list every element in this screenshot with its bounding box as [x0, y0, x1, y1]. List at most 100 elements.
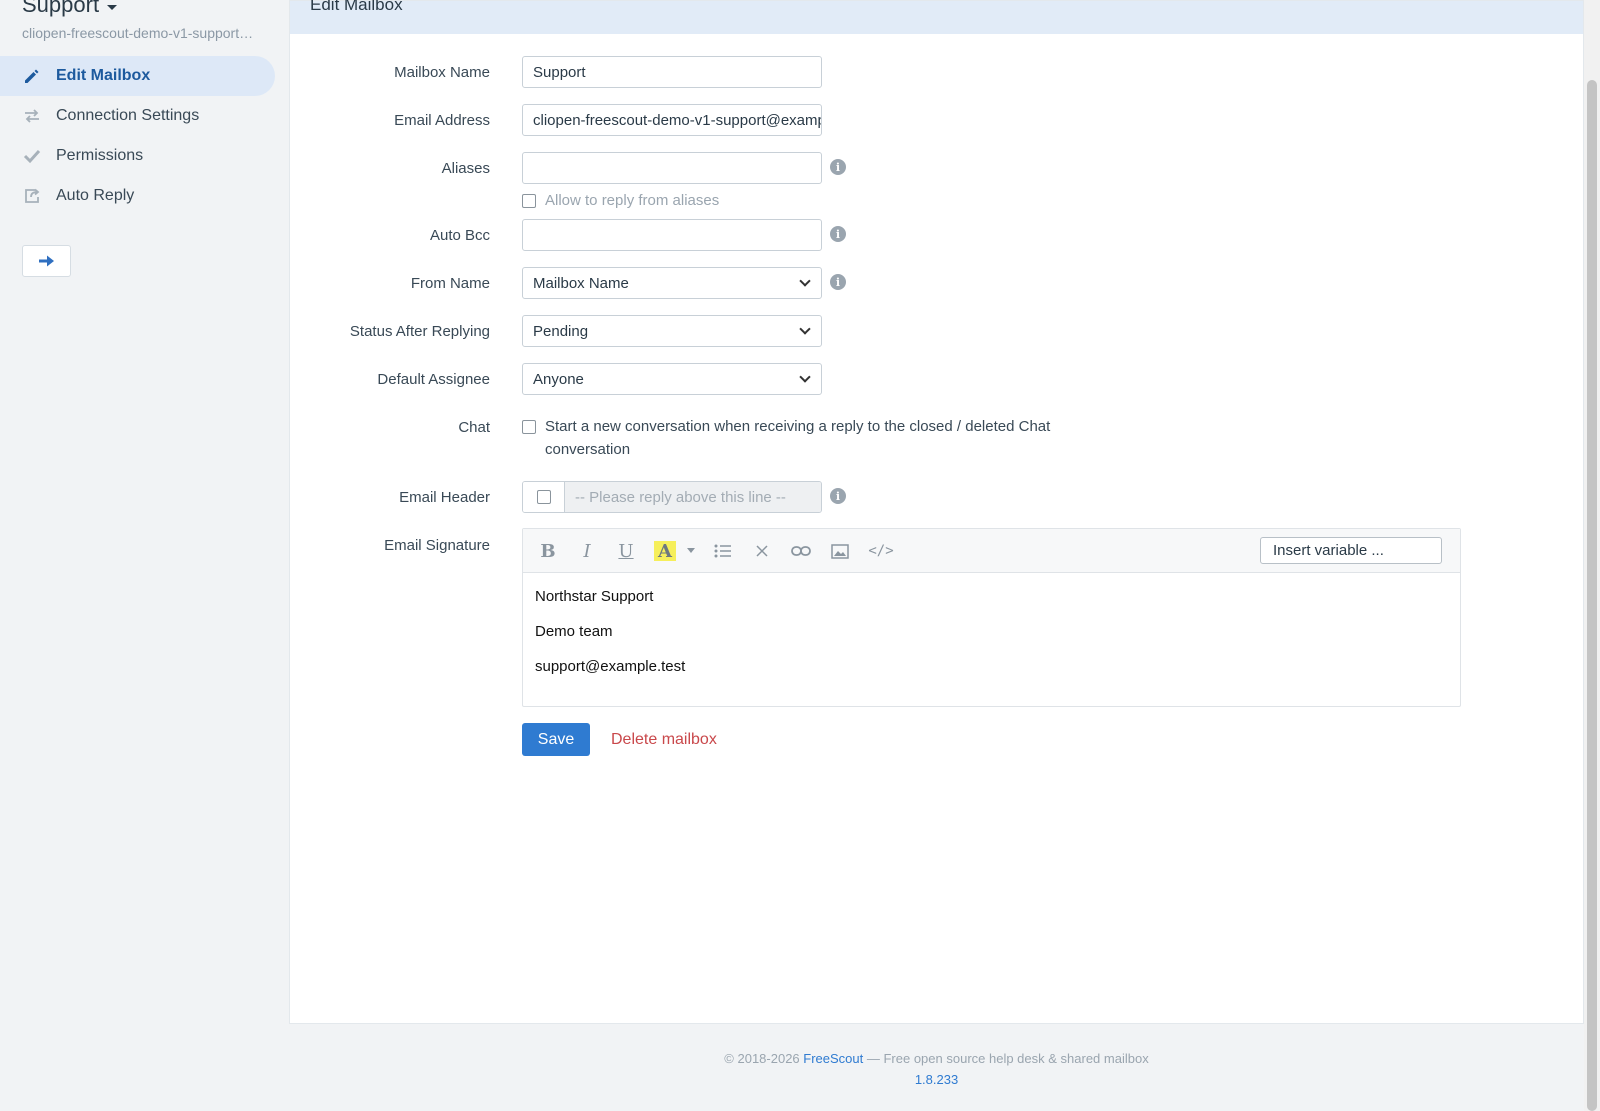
sidebar-item-label: Permissions: [56, 147, 144, 164]
sidebar-item-auto-reply[interactable]: Auto Reply: [0, 176, 275, 216]
sidebar-item-permissions[interactable]: Permissions: [0, 136, 275, 176]
from-name-value: Mailbox Name: [533, 274, 629, 292]
freescout-link[interactable]: FreeScout: [803, 1051, 863, 1066]
mailbox-switcher[interactable]: Support: [22, 0, 118, 18]
version-link[interactable]: 1.8.233: [915, 1072, 958, 1087]
email-header-checkbox[interactable]: [536, 490, 551, 504]
image-icon[interactable]: [829, 541, 851, 561]
status-after-replying-row: Status After Replying: [290, 315, 490, 340]
edit-mailbox-panel: Edit Mailbox Mailbox Name Support Email …: [289, 0, 1584, 1024]
sidebar-item-connection-settings[interactable]: Connection Settings: [0, 96, 275, 136]
highlight-color-icon[interactable]: A: [654, 541, 676, 562]
aliases-input[interactable]: [522, 152, 822, 184]
sidebar-item-label: Connection Settings: [56, 107, 200, 124]
footer: © 2018-2026 FreeScout — Free open source…: [289, 1048, 1584, 1090]
allow-reply-aliases-checkbox[interactable]: [522, 193, 536, 208]
mailbox-name-row: Mailbox Name: [290, 56, 490, 81]
signature-editor: B I U A </> Insert variable ... Northsta…: [522, 528, 1461, 707]
panel-header: Edit Mailbox: [290, 0, 1583, 34]
default-assignee-row: Default Assignee: [290, 363, 490, 388]
collapse-sidebar-button[interactable]: [22, 245, 71, 277]
chat-option-line1: Start a new conversation when receiving …: [545, 418, 1051, 435]
sidebar-item-label: Edit Mailbox: [56, 67, 151, 84]
sidebar-item-label: Auto Reply: [56, 187, 135, 204]
chevron-down-icon: [799, 275, 811, 287]
chevron-down-icon: [799, 323, 811, 335]
email-header-group: -- Please reply above this line --: [522, 481, 822, 513]
editor-toolbar: B I U A </> Insert variable ...: [523, 529, 1460, 573]
insert-variable-label: Insert variable ...: [1273, 542, 1384, 559]
arrow-right-icon: [38, 255, 54, 267]
save-button[interactable]: Save: [522, 723, 590, 756]
sidebar: Support cliopen-freescout-demo-v1-suppor…: [0, 0, 282, 1111]
bold-icon[interactable]: B: [537, 541, 559, 562]
chat-row: Chat: [290, 411, 490, 436]
email-header-toggle: [523, 482, 565, 512]
chevron-down-icon: [799, 371, 811, 383]
from-name-row: From Name: [290, 267, 490, 292]
arrows-exchange-icon: [22, 106, 42, 126]
code-view-icon[interactable]: </>: [867, 541, 895, 561]
delete-mailbox-link[interactable]: Delete mailbox: [611, 731, 717, 749]
footer-prefix: © 2018-2026: [724, 1051, 804, 1066]
page-title: Edit Mailbox: [310, 0, 403, 14]
scrollbar-thumb[interactable]: [1587, 80, 1597, 1111]
auto-bcc-row: Auto Bcc: [290, 219, 490, 244]
italic-icon[interactable]: I: [576, 541, 598, 562]
allow-reply-aliases: Allow to reply from aliases: [522, 189, 719, 212]
signature-content[interactable]: Northstar Support Demo team support@exam…: [523, 573, 1460, 706]
aliases-label: Aliases: [441, 160, 490, 177]
bullet-list-icon[interactable]: [712, 541, 734, 561]
signature-line: Demo team: [535, 623, 613, 640]
chat-option: Start a new conversation when receiving …: [522, 415, 1050, 461]
status-after-replying-label: Status After Replying: [349, 323, 490, 340]
link-icon[interactable]: [790, 541, 812, 561]
from-name-label: From Name: [410, 275, 490, 292]
from-name-info-icon[interactable]: i: [830, 274, 846, 290]
checkmark-icon: [22, 146, 42, 166]
email-signature-row: Email Signature: [290, 529, 490, 554]
auto-bcc-label: Auto Bcc: [429, 227, 490, 244]
default-assignee-label: Default Assignee: [377, 371, 490, 388]
signature-line: Northstar Support: [535, 588, 654, 605]
pencil-icon: [22, 66, 42, 86]
email-header-input[interactable]: -- Please reply above this line --: [565, 482, 821, 512]
email-header-info-icon[interactable]: i: [830, 488, 846, 504]
mailbox-title: Support: [22, 0, 100, 17]
status-after-replying-value: Pending: [533, 322, 589, 340]
share-icon: [22, 186, 42, 206]
mailbox-settings-nav: Edit Mailbox Connection Settings Permiss…: [0, 56, 275, 216]
email-address-label: Email Address: [394, 112, 490, 129]
allow-reply-aliases-label: Allow to reply from aliases: [545, 192, 720, 209]
email-address-row: Email Address: [290, 104, 490, 129]
chat-label: Chat: [458, 419, 490, 436]
auto-bcc-input[interactable]: [522, 219, 822, 251]
footer-suffix: — Free open source help desk & shared ma…: [863, 1051, 1149, 1066]
default-assignee-value: Anyone: [533, 370, 584, 388]
from-name-select[interactable]: Mailbox Name: [522, 267, 822, 299]
email-header-label: Email Header: [399, 489, 490, 506]
email-address-input[interactable]: cliopen-freescout-demo-v1-support@examp: [522, 104, 822, 136]
caret-down-icon: [107, 4, 118, 10]
chat-new-conversation-checkbox[interactable]: [522, 420, 536, 434]
email-header-row: Email Header: [290, 481, 490, 506]
chat-option-label: Start a new conversation when receiving …: [545, 415, 1050, 461]
mailbox-name-label: Mailbox Name: [394, 64, 490, 81]
auto-bcc-info-icon[interactable]: i: [830, 226, 846, 242]
email-signature-label: Email Signature: [384, 537, 490, 554]
insert-variable-select[interactable]: Insert variable ...: [1260, 537, 1442, 564]
clear-formatting-icon[interactable]: [751, 541, 773, 561]
aliases-row: Aliases: [290, 152, 490, 177]
mailbox-email: cliopen-freescout-demo-v1-support@exampl…: [22, 25, 254, 41]
default-assignee-select[interactable]: Anyone: [522, 363, 822, 395]
status-after-replying-select[interactable]: Pending: [522, 315, 822, 347]
signature-line: support@example.test: [535, 658, 686, 675]
underline-icon[interactable]: U: [615, 541, 637, 562]
color-dropdown-icon[interactable]: [685, 541, 697, 561]
sidebar-item-edit-mailbox[interactable]: Edit Mailbox: [0, 56, 275, 96]
mailbox-name-input[interactable]: Support: [522, 56, 822, 88]
chat-option-line2: conversation: [545, 441, 631, 458]
footer-copyright: © 2018-2026 FreeScout — Free open source…: [289, 1048, 1584, 1069]
page-scrollbar[interactable]: [1584, 0, 1600, 1111]
aliases-info-icon[interactable]: i: [830, 159, 846, 175]
